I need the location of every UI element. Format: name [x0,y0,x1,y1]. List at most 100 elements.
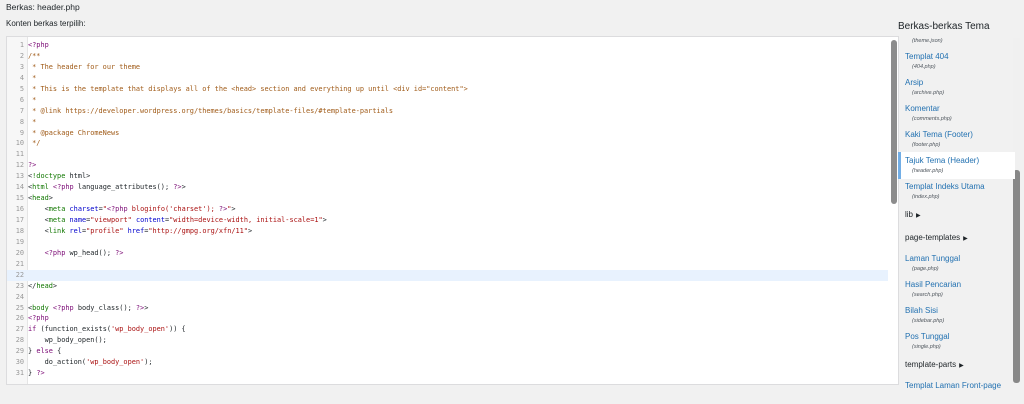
sidebar-item-label[interactable]: Templat Laman Front-page [905,381,1001,390]
code-text[interactable]: /** [28,51,40,62]
code-text[interactable]: <link rel="profile" href="http://gmpg.or… [28,226,253,237]
sidebar-item-filename: (sidebar.php) [912,318,945,324]
sidebar-item-label[interactable]: Arsip [905,78,923,87]
sidebar-folder[interactable]: lib ▶ [905,210,921,219]
line-number: 3 [19,62,24,71]
sidebar-item-theme-json[interactable]: (theme.json) [898,36,1012,46]
code-line[interactable]: 26 <?php [7,313,888,324]
code-text[interactable]: <meta charset="<?php bloginfo('charset')… [28,204,236,215]
code-line[interactable]: 11 [7,149,888,160]
sidebar-item-label[interactable]: Komentar [905,104,940,113]
code-line[interactable]: 28 wp_body_open(); [7,335,888,346]
code-line[interactable]: 19 [7,237,888,248]
sidebar-item[interactable]: Templat 404 (404.php) [898,48,1012,75]
line-number: 28 [15,336,24,345]
sidebar-item[interactable]: Komentar (comments.php) [898,100,1012,127]
code-text[interactable]: do_action('wp_body_open'); [28,357,153,368]
code-text[interactable]: <!doctype html> [28,171,90,182]
sidebar-item[interactable]: Templat Indeks Utama (index.php) [898,178,1012,205]
code-line[interactable]: 29} else { [7,346,888,357]
code-line[interactable]: 30 do_action('wp_body_open'); [7,357,888,368]
code-text[interactable]: <meta name="viewport" content="width=dev… [28,215,327,226]
code-line[interactable]: 15 <head> [7,193,888,204]
code-line[interactable]: 9 * @package ChromeNews [7,128,888,139]
sidebar-item-label[interactable]: Laman Tunggal [905,254,960,263]
code-line[interactable]: 12 ?> [7,160,888,171]
code-line[interactable]: 24 [7,292,888,303]
code-text[interactable]: * @package ChromeNews [28,128,119,139]
code-text[interactable]: * [28,73,36,84]
code-line[interactable]: 17 <meta name="viewport" content="width=… [7,215,888,226]
sidebar-item-label[interactable]: Templat 404 [905,52,949,61]
sidebar-folder[interactable]: template-parts ▶ [905,360,964,369]
code-line[interactable]: 16 <meta charset="<?php bloginfo('charse… [7,204,888,215]
sidebar-item-label[interactable]: Templat Indeks Utama [905,182,985,191]
code-text[interactable]: <?php wp_head(); ?> [28,248,124,259]
sidebar-item-label[interactable]: Kaki Tema (Footer) [905,130,973,139]
code-text[interactable]: * [28,95,36,106]
line-number: 15 [15,194,24,203]
sidebar-item-label[interactable]: Bilah Sisi [905,306,938,315]
code-line[interactable]: 31} ?> [7,368,888,379]
code-text[interactable]: * The header for our theme [28,62,140,73]
sidebar-folder-label: template-parts [905,360,957,369]
sidebar-item[interactable]: Laman Tunggal (page.php) [898,250,1012,277]
code-text[interactable]: * This is the template that displays all… [28,84,468,95]
sidebar-item-filename: (page.php) [912,266,939,272]
code-text[interactable]: <html <?php language_attributes(); ?>> [28,182,186,193]
sidebar-item[interactable]: Templat Laman Front-page [898,377,1012,404]
sidebar-item-filename: (single.php) [912,344,941,350]
code-line[interactable]: 5 * This is the template that displays a… [7,84,888,95]
code-text[interactable]: wp_body_open(); [28,335,107,346]
code-lines[interactable]: 1 <?php 2/** 3 * The header for our theme 4 … [7,40,888,379]
sidebar-scrollbar[interactable] [1013,170,1020,383]
line-number: 10 [15,139,24,148]
code-line[interactable]: 3 * The header for our theme [7,62,888,73]
sidebar-item[interactable]: Pos Tunggal (single.php) [898,328,1012,355]
line-number: 1 [19,41,24,49]
sidebar-item[interactable]: Hasil Pencarian (search.php) [898,276,1012,303]
code-text[interactable]: * @link https://developer.wordpress.org/… [28,106,393,117]
code-text[interactable]: <?php [28,313,49,324]
code-line[interactable]: 4 * [7,73,888,84]
sidebar-title: Berkas-berkas Tema [898,21,990,32]
sidebar-item-filename: (theme.json) [912,38,943,44]
code-line[interactable]: 8 * [7,117,888,128]
code-line[interactable]: 7 * @link https://developer.wordpress.or… [7,106,888,117]
sidebar-folder[interactable]: page-templates ▶ [905,233,968,242]
sidebar-item-label[interactable]: Hasil Pencarian [905,280,961,289]
line-number: 18 [15,226,24,235]
code-text[interactable]: </head> [28,281,57,292]
code-line[interactable]: 22 [7,269,888,281]
code-line[interactable]: 27 if (function_exists('wp_body_open')) { [7,324,888,335]
code-line[interactable]: 6 * [7,95,888,106]
sidebar-item[interactable]: Kaki Tema (Footer) (footer.php) [898,126,1012,153]
code-text[interactable]: <?php [28,40,49,51]
code-text[interactable]: } else { [28,346,61,357]
code-line[interactable]: 23 </head> [7,281,888,292]
sidebar-item-label[interactable]: Tajuk Tema (Header) [905,156,979,165]
sidebar-item[interactable]: Bilah Sisi (sidebar.php) [898,302,1012,329]
code-line[interactable]: 14 <html <?php language_attributes(); ?>> [7,182,888,193]
code-text[interactable]: * [28,117,36,128]
code-line[interactable]: 18 <link rel="profile" href="http://gmpg… [7,226,888,237]
sidebar-item-label[interactable]: Pos Tunggal [905,332,949,341]
code-line[interactable]: 21 [7,259,888,270]
sidebar-item[interactable]: Arsip (archive.php) [898,74,1012,101]
editor-scrollbar[interactable] [891,40,897,204]
code-line[interactable]: 2 /** [7,51,888,62]
code-text[interactable]: <body <?php body_class(); ?>> [28,303,148,314]
code-line[interactable]: 10 */ [7,138,888,149]
sidebar-item-current[interactable]: Tajuk Tema (Header) (header.php) [898,152,1015,179]
code-line[interactable]: 13 <!doctype html> [7,171,888,182]
code-line[interactable]: 1 <?php [7,40,888,51]
code-text[interactable]: ?> [28,160,36,171]
code-line[interactable]: 25 <body <?php body_class(); ?>> [7,303,888,314]
line-number: 13 [15,172,24,181]
code-editor[interactable]: 1 <?php 2/** 3 * The header for our theme 4 … [6,36,899,385]
code-text[interactable]: <head> [28,193,53,204]
code-text[interactable]: } ?> [28,368,45,379]
code-text[interactable]: */ [28,138,40,149]
code-text[interactable]: if (function_exists('wp_body_open')) { [28,324,186,335]
code-line[interactable]: 20 <?php wp_head(); ?> [7,248,888,259]
